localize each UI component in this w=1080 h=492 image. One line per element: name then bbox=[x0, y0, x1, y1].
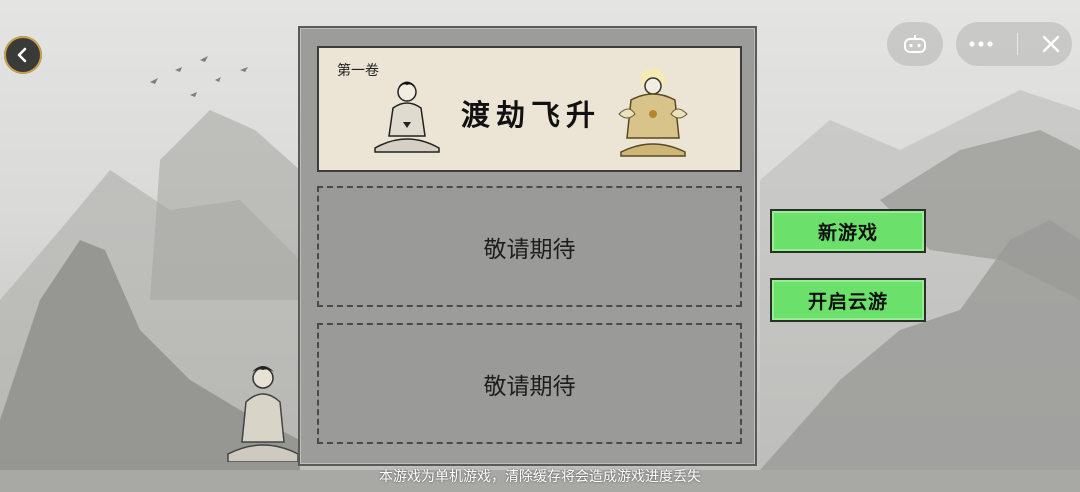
new-game-button[interactable]: 新游戏 bbox=[770, 209, 926, 253]
close-icon bbox=[1042, 35, 1059, 53]
save-slot-2-label: 敬请期待 bbox=[483, 373, 576, 400]
back-button[interactable] bbox=[4, 36, 42, 74]
chapter-title: 渡劫飞升 bbox=[461, 98, 602, 132]
mini-program-capsule bbox=[956, 22, 1072, 66]
save-slot-1-label: 敬请期待 bbox=[483, 236, 576, 263]
capsule-divider bbox=[1016, 33, 1018, 55]
gamepad-button[interactable] bbox=[887, 22, 943, 66]
meditating-hero-portrait bbox=[374, 81, 440, 153]
more-button[interactable] bbox=[968, 40, 994, 48]
immortal-deity-portrait bbox=[618, 68, 688, 157]
back-arrow-icon bbox=[17, 47, 27, 63]
save-warning-notice: 本游戏为单机游戏，清除缓存将会造成游戏进度丢失 bbox=[379, 469, 701, 485]
chapter-volume-label: 第一卷 bbox=[337, 63, 379, 79]
chapter-card[interactable]: 第一卷 渡劫飞升 bbox=[317, 46, 742, 172]
save-slot-2[interactable]: 敬请期待 bbox=[317, 323, 742, 444]
save-slot-1[interactable]: 敬请期待 bbox=[317, 186, 742, 307]
cloud-play-button[interactable]: 开启云游 bbox=[770, 278, 926, 322]
gamepad-icon bbox=[904, 35, 926, 53]
seated-cultivator-figure bbox=[227, 366, 299, 462]
close-button[interactable] bbox=[1041, 34, 1061, 54]
more-dots-icon bbox=[968, 41, 993, 47]
save-slot-panel: 第一卷 渡劫飞升 敬请期待 敬请期待 bbox=[298, 26, 757, 466]
